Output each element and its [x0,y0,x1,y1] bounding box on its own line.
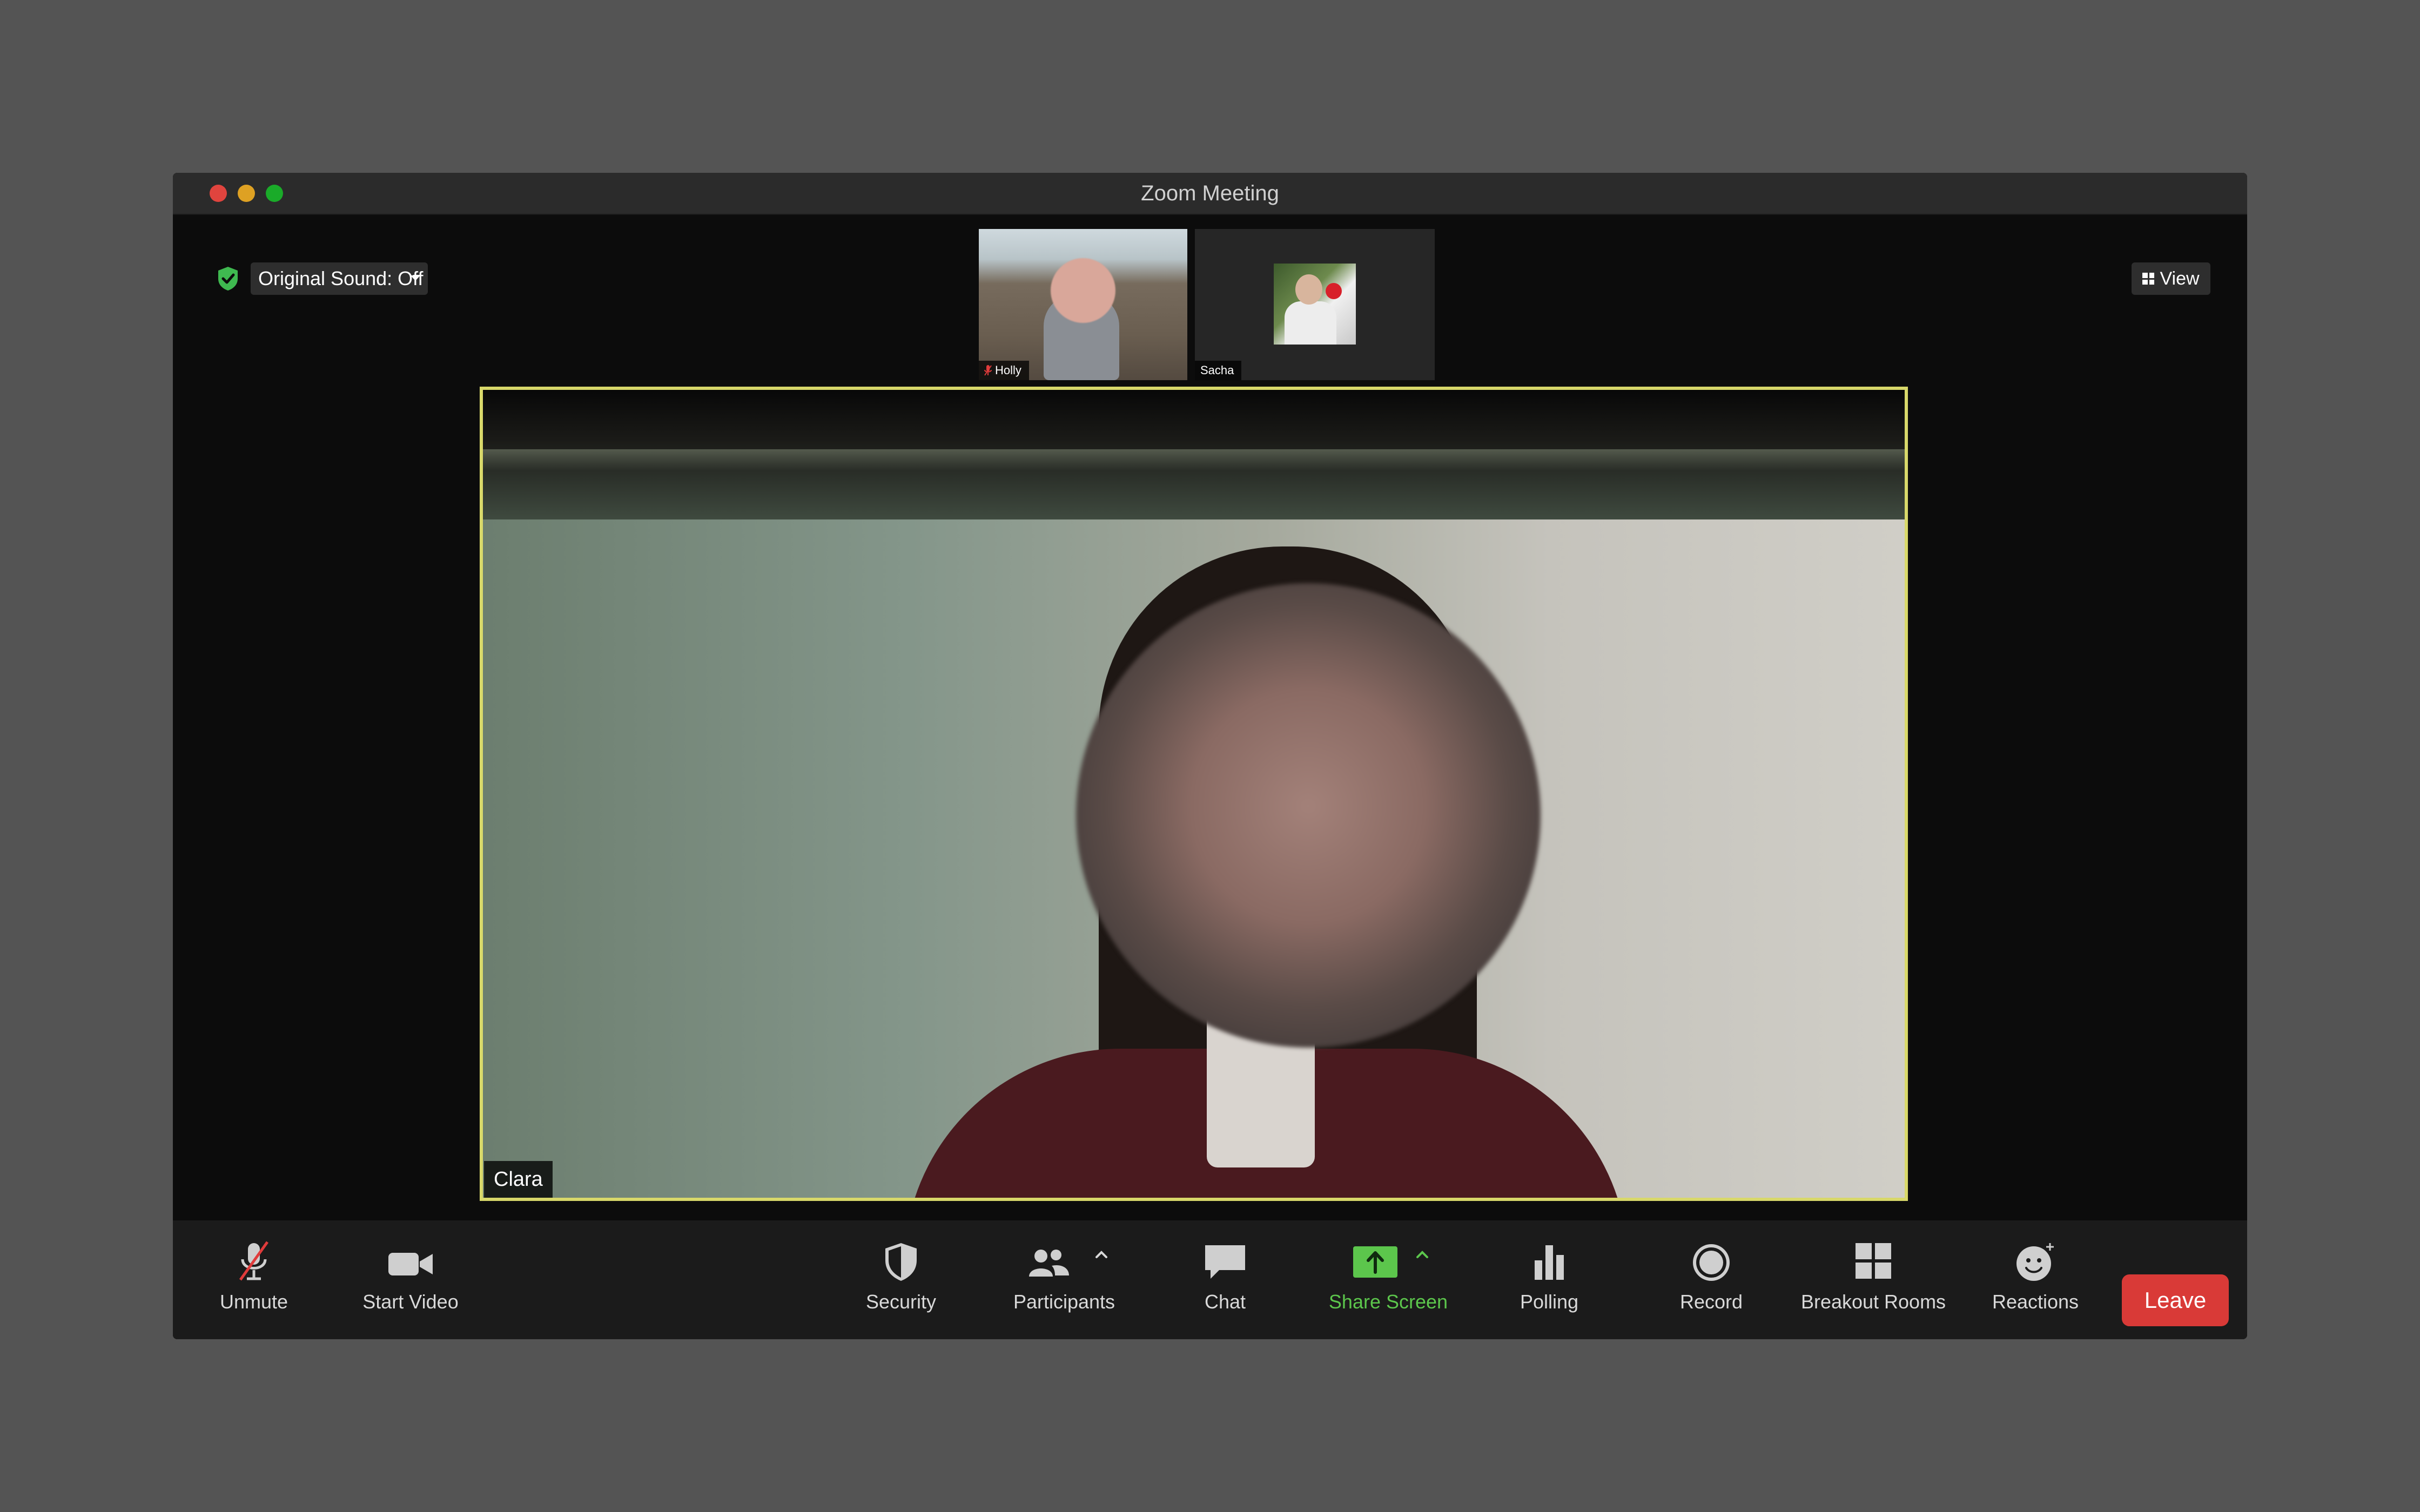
unmute-button[interactable]: Unmute [205,1220,302,1339]
zoom-window: Zoom Meeting Original Sound: Off View Ho… [173,173,2247,1339]
blurred-face [1076,583,1541,1048]
start-video-button[interactable]: Start Video [351,1220,470,1339]
view-label: View [2160,268,2200,289]
security-shield-icon [885,1243,917,1281]
reactions-label: Reactions [1992,1291,2079,1313]
original-sound-dropdown[interactable]: Original Sound: Off [251,262,428,295]
reactions-button[interactable]: Reactions [1976,1220,2095,1339]
start-video-label: Start Video [362,1291,459,1313]
participants-button[interactable]: Participants [983,1220,1145,1339]
share-screen-icon [1353,1246,1397,1278]
original-sound-label: Original Sound: Off [258,267,424,289]
muted-mic-icon [239,1241,269,1281]
meeting-toolbar: Unmute Start Video Security Participants… [173,1220,2247,1339]
participant-thumbnail-sacha[interactable]: Sacha [1195,229,1435,380]
participant-name: Sacha [1200,363,1234,377]
record-icon [1693,1244,1730,1281]
chat-button[interactable]: Chat [1166,1220,1285,1339]
participant-thumbnail-holly[interactable]: Holly [979,229,1187,380]
blurred-face [1051,258,1115,323]
security-button[interactable]: Security [825,1220,977,1339]
security-label: Security [865,1291,937,1313]
muted-mic-icon [984,365,992,376]
polling-button[interactable]: Polling [1490,1220,1609,1339]
participant-name: Holly [995,363,1021,377]
polling-label: Polling [1520,1291,1579,1313]
share-screen-label: Share Screen [1328,1291,1448,1313]
reactions-smiley-icon [2016,1243,2054,1281]
chevron-up-icon[interactable] [1094,1247,1108,1261]
view-button[interactable]: View [2132,262,2210,295]
participant-name-tag: Sacha [1195,361,1242,380]
grid-view-icon [2142,273,2155,285]
chevron-down-icon [411,275,420,281]
shield-check-icon[interactable] [216,266,240,292]
title-bar: Zoom Meeting [173,173,2247,215]
breakout-rooms-label: Breakout Rooms [1800,1291,1946,1313]
chat-label: Chat [1204,1291,1246,1313]
record-button[interactable]: Record [1652,1220,1771,1339]
polling-bar-chart-icon [1535,1245,1564,1280]
participants-icon [1029,1250,1069,1277]
participant-name-tag: Holly [979,361,1029,380]
participant-profile-photo [1274,264,1356,345]
unmute-label: Unmute [219,1291,288,1313]
chat-bubble-icon [1205,1245,1245,1279]
speaker-name-tag: Clara [484,1161,553,1198]
breakout-rooms-grid-icon [1856,1243,1891,1279]
chevron-up-icon[interactable] [1415,1247,1429,1261]
leave-meeting-button[interactable]: Leave [2122,1274,2229,1326]
breakout-rooms-button[interactable]: Breakout Rooms [1776,1220,1971,1339]
video-camera-icon [388,1253,433,1275]
record-label: Record [1679,1291,1743,1313]
share-screen-button[interactable]: Share Screen [1307,1220,1469,1339]
window-title: Zoom Meeting [1141,181,1279,205]
active-speaker-video[interactable]: Clara [480,387,1908,1201]
participants-label: Participants [1013,1291,1115,1313]
